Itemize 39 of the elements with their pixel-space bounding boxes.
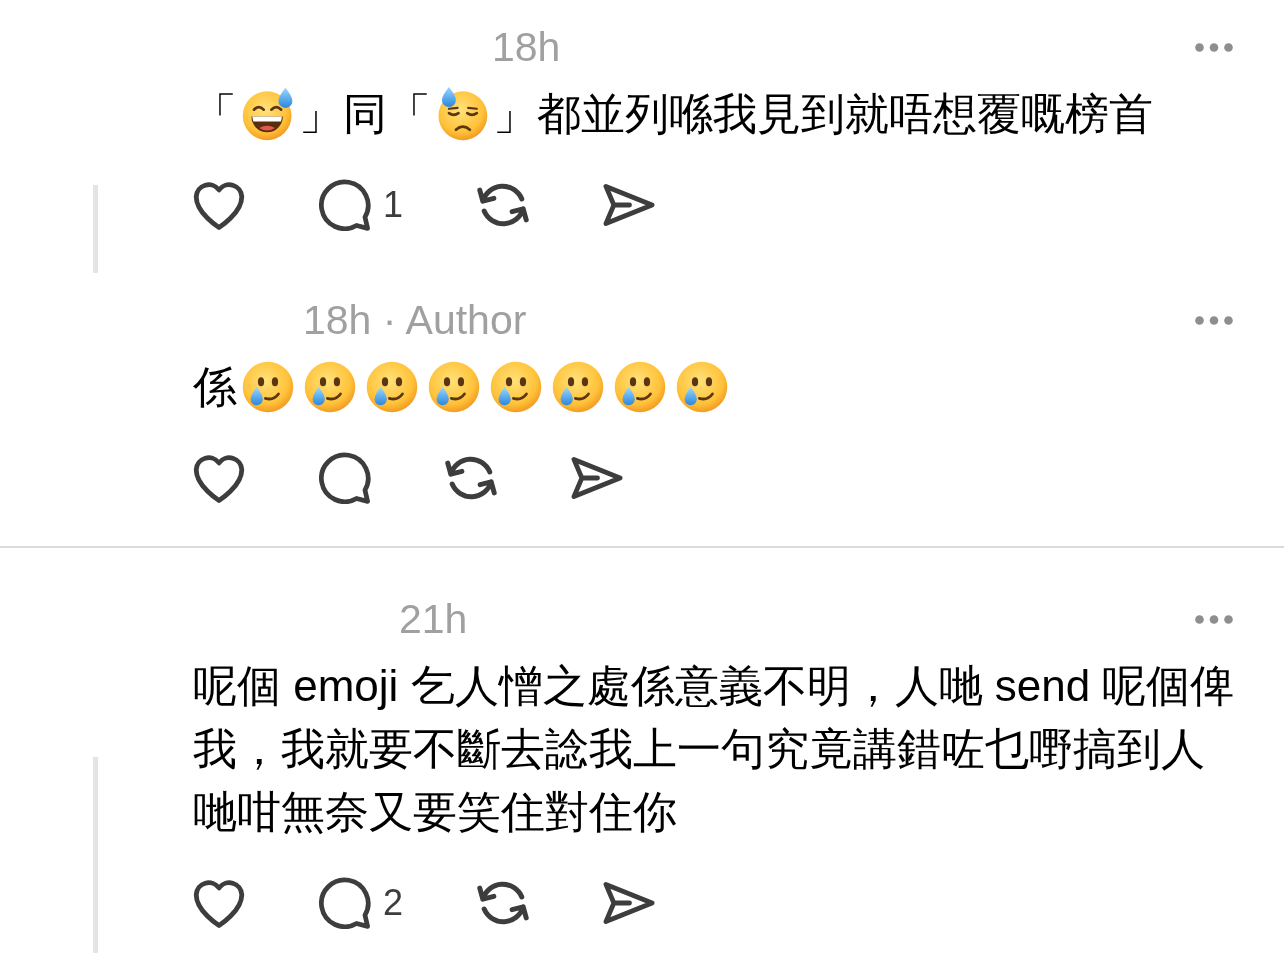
comment-text: 」都並列喺我見到就唔想覆嘅榜首 <box>493 89 1153 138</box>
comment-text: 係 <box>193 362 237 411</box>
heart-icon <box>193 877 245 929</box>
grinning-face-with-sweat-icon <box>241 87 295 142</box>
smiling-face-with-tear-icon <box>613 360 667 415</box>
like-button[interactable] <box>193 877 245 929</box>
smiling-face-with-tear-icon <box>241 360 295 415</box>
more-icon[interactable] <box>1195 42 1233 52</box>
comment-meta: 21h <box>399 595 468 644</box>
smiling-face-with-tear-icon <box>551 360 605 415</box>
speech-bubble-icon <box>319 877 371 929</box>
paper-plane-icon <box>603 881 656 925</box>
paper-plane-icon <box>571 456 623 500</box>
smiling-face-with-tear-icon <box>675 360 729 415</box>
share-button[interactable] <box>571 456 623 500</box>
share-button[interactable] <box>603 881 656 925</box>
heart-icon <box>193 452 245 504</box>
more-icon[interactable] <box>1195 315 1233 325</box>
downcast-face-with-sweat-icon <box>435 87 489 142</box>
comment-text: 」同「 <box>299 89 431 138</box>
like-button[interactable] <box>193 452 245 504</box>
speech-bubble-icon <box>319 452 371 504</box>
heart-icon <box>193 179 245 231</box>
reply-button[interactable] <box>319 452 371 504</box>
smiling-face-with-tear-icon <box>489 360 543 415</box>
like-button[interactable] <box>193 179 245 231</box>
comment-meta: 18h · Author <box>303 296 527 345</box>
comment-text: 「 <box>193 89 237 138</box>
comment-meta: 18h <box>492 23 561 72</box>
smiling-face-with-tear-icon <box>303 360 357 415</box>
more-icon[interactable] <box>1195 614 1233 624</box>
speech-bubble-icon <box>319 179 371 231</box>
smiling-face-with-tear-icon <box>365 360 419 415</box>
reply-button[interactable]: 1 <box>319 179 404 231</box>
smiling-face-with-tear-icon <box>427 360 481 415</box>
reply-button[interactable]: 2 <box>319 877 404 929</box>
comment-text: 呢個 emoji 乞人憎之處係意義不明，人哋 send 呢個俾我，我就要不斷去諗我上一句究竟講錯咗乜嘢搞到人哋咁無奈又要笑住對住你 <box>193 661 1235 836</box>
paper-plane-icon <box>603 183 656 227</box>
share-button[interactable] <box>603 183 656 227</box>
